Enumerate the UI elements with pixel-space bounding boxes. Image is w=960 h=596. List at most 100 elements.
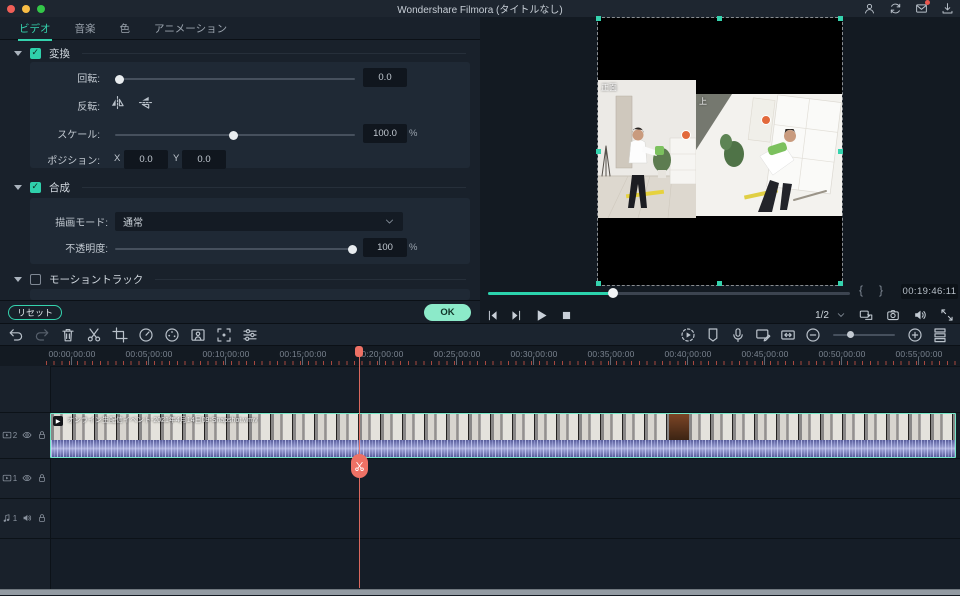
mark-in-button[interactable]: { (859, 283, 863, 297)
transport-controls (486, 308, 573, 323)
collapse-caret-icon[interactable] (14, 277, 22, 282)
snapshot-icon[interactable] (886, 308, 900, 322)
track-header-video-2[interactable]: 2 (0, 412, 49, 458)
selection-handle[interactable] (838, 149, 843, 154)
track-number: 1 (13, 514, 17, 523)
zoom-in-icon[interactable] (907, 327, 923, 343)
opacity-slider[interactable] (115, 248, 355, 250)
seek-handle[interactable] (608, 288, 618, 298)
toolbar-right-group (680, 327, 948, 343)
crop-icon[interactable] (112, 327, 128, 343)
render-preview-icon[interactable] (680, 327, 696, 343)
tab-video[interactable]: ビデオ (18, 17, 52, 40)
timeline-horizontal-scrollbar[interactable] (0, 589, 960, 595)
speed-icon[interactable] (138, 327, 154, 343)
lock-icon[interactable] (37, 473, 47, 483)
mark-out-button[interactable]: } (879, 283, 883, 297)
selection-handle[interactable] (838, 16, 843, 21)
tab-animation[interactable]: アニメーション (153, 17, 228, 40)
speed-chevron-icon[interactable] (836, 310, 846, 320)
voiceover-icon[interactable] (730, 327, 746, 343)
selection-handle[interactable] (838, 281, 843, 286)
reset-button[interactable]: リセット (8, 305, 62, 320)
scale-value-field[interactable] (363, 124, 407, 143)
chroma-key-icon[interactable] (190, 327, 206, 343)
tab-audio[interactable]: 音楽 (74, 17, 97, 40)
flip-row: 反転: (30, 94, 470, 114)
position-x-field[interactable] (124, 150, 168, 169)
play-icon[interactable] (534, 308, 549, 323)
redo-icon[interactable] (34, 327, 50, 343)
scale-slider-knob[interactable] (229, 131, 238, 140)
playhead-handle[interactable] (355, 346, 363, 357)
transform-card: 回転: 反転: スケール: % ポジション: X Y (30, 62, 470, 168)
preview-video-front[interactable]: 正面 (598, 80, 696, 218)
screen-record-icon[interactable] (755, 327, 771, 343)
track-header-video-1[interactable]: 1 (0, 458, 49, 498)
track-height-icon[interactable] (932, 327, 948, 343)
collapse-caret-icon[interactable] (14, 51, 22, 56)
adjust-icon[interactable] (242, 327, 258, 343)
step-forward-icon[interactable] (510, 309, 523, 322)
tab-color[interactable]: 色 (119, 17, 132, 40)
clip-thumbnail-variant (669, 414, 689, 440)
split-playhead-button[interactable] (351, 454, 368, 478)
export-icon[interactable] (941, 2, 954, 15)
ok-button[interactable]: OK (424, 304, 471, 321)
volume-icon[interactable] (913, 308, 927, 322)
clip-name: オンライン生配信イベント-2021年4月14日09-Snapshot.wmv (67, 415, 258, 425)
timeline-zoom-knob[interactable] (847, 331, 854, 338)
flip-v-icon[interactable] (138, 95, 153, 110)
timeline-clip[interactable]: ▶ オンライン生配信イベント-2021年4月14日09-Snapshot.wmv (50, 413, 956, 458)
scale-slider[interactable] (115, 134, 355, 136)
seek-bar[interactable] (488, 292, 850, 295)
selection-handle[interactable] (596, 149, 601, 154)
marker-icon[interactable] (705, 327, 721, 343)
playback-speed-value[interactable]: 1/2 (815, 310, 829, 321)
lock-icon[interactable] (37, 513, 47, 523)
account-icon[interactable] (863, 2, 876, 15)
motion-track-checkbox[interactable] (30, 274, 41, 285)
lock-icon[interactable] (37, 430, 47, 440)
collapse-caret-icon[interactable] (14, 185, 22, 190)
preview-video-top[interactable]: 上 (696, 94, 842, 216)
selection-handle[interactable] (596, 16, 601, 21)
opacity-value-field[interactable] (363, 238, 407, 257)
speaker-icon[interactable] (22, 513, 32, 523)
selection-handle[interactable] (596, 281, 601, 286)
rotate-slider-knob[interactable] (115, 75, 124, 84)
zoom-out-icon[interactable] (805, 327, 821, 343)
color-match-icon[interactable] (164, 327, 180, 343)
position-y-field[interactable] (182, 150, 226, 169)
step-back-icon[interactable] (486, 309, 499, 322)
preview-canvas[interactable]: 正面 (598, 18, 842, 285)
fullscreen-icon[interactable] (940, 308, 954, 322)
messages-icon[interactable] (915, 2, 928, 15)
selection-handle[interactable] (717, 16, 722, 21)
eye-icon[interactable] (22, 430, 32, 440)
rotate-slider[interactable] (115, 78, 355, 80)
selection-handle[interactable] (717, 281, 722, 286)
flip-h-icon[interactable] (110, 95, 125, 110)
title-bar: Wondershare Filmora (タイトルなし) (0, 0, 960, 17)
top-camera-label: 上 (699, 96, 707, 107)
scale-row: スケール: % (30, 122, 470, 142)
sync-icon[interactable] (889, 2, 902, 15)
mixer-icon[interactable] (780, 327, 796, 343)
opacity-slider-knob[interactable] (348, 245, 357, 254)
scale-label: スケール: (30, 126, 100, 141)
eye-icon[interactable] (22, 473, 32, 483)
composite-checkbox[interactable] (30, 182, 41, 193)
blend-mode-select[interactable]: 通常 (115, 212, 403, 231)
stop-icon[interactable] (560, 309, 573, 322)
delete-icon[interactable] (60, 327, 76, 343)
undo-icon[interactable] (8, 327, 24, 343)
track-header-audio-1[interactable]: 1 (0, 498, 49, 538)
dual-screen-icon[interactable] (859, 308, 873, 322)
transform-checkbox[interactable] (30, 48, 41, 59)
motion-track-icon[interactable] (216, 327, 232, 343)
timeline-ruler[interactable]: 00:00:00:0000:05:00:0000:10:00:0000:15:0… (0, 346, 960, 367)
timeline-zoom-slider[interactable] (833, 334, 895, 336)
rotate-value-field[interactable] (363, 68, 407, 87)
split-icon[interactable] (86, 327, 102, 343)
